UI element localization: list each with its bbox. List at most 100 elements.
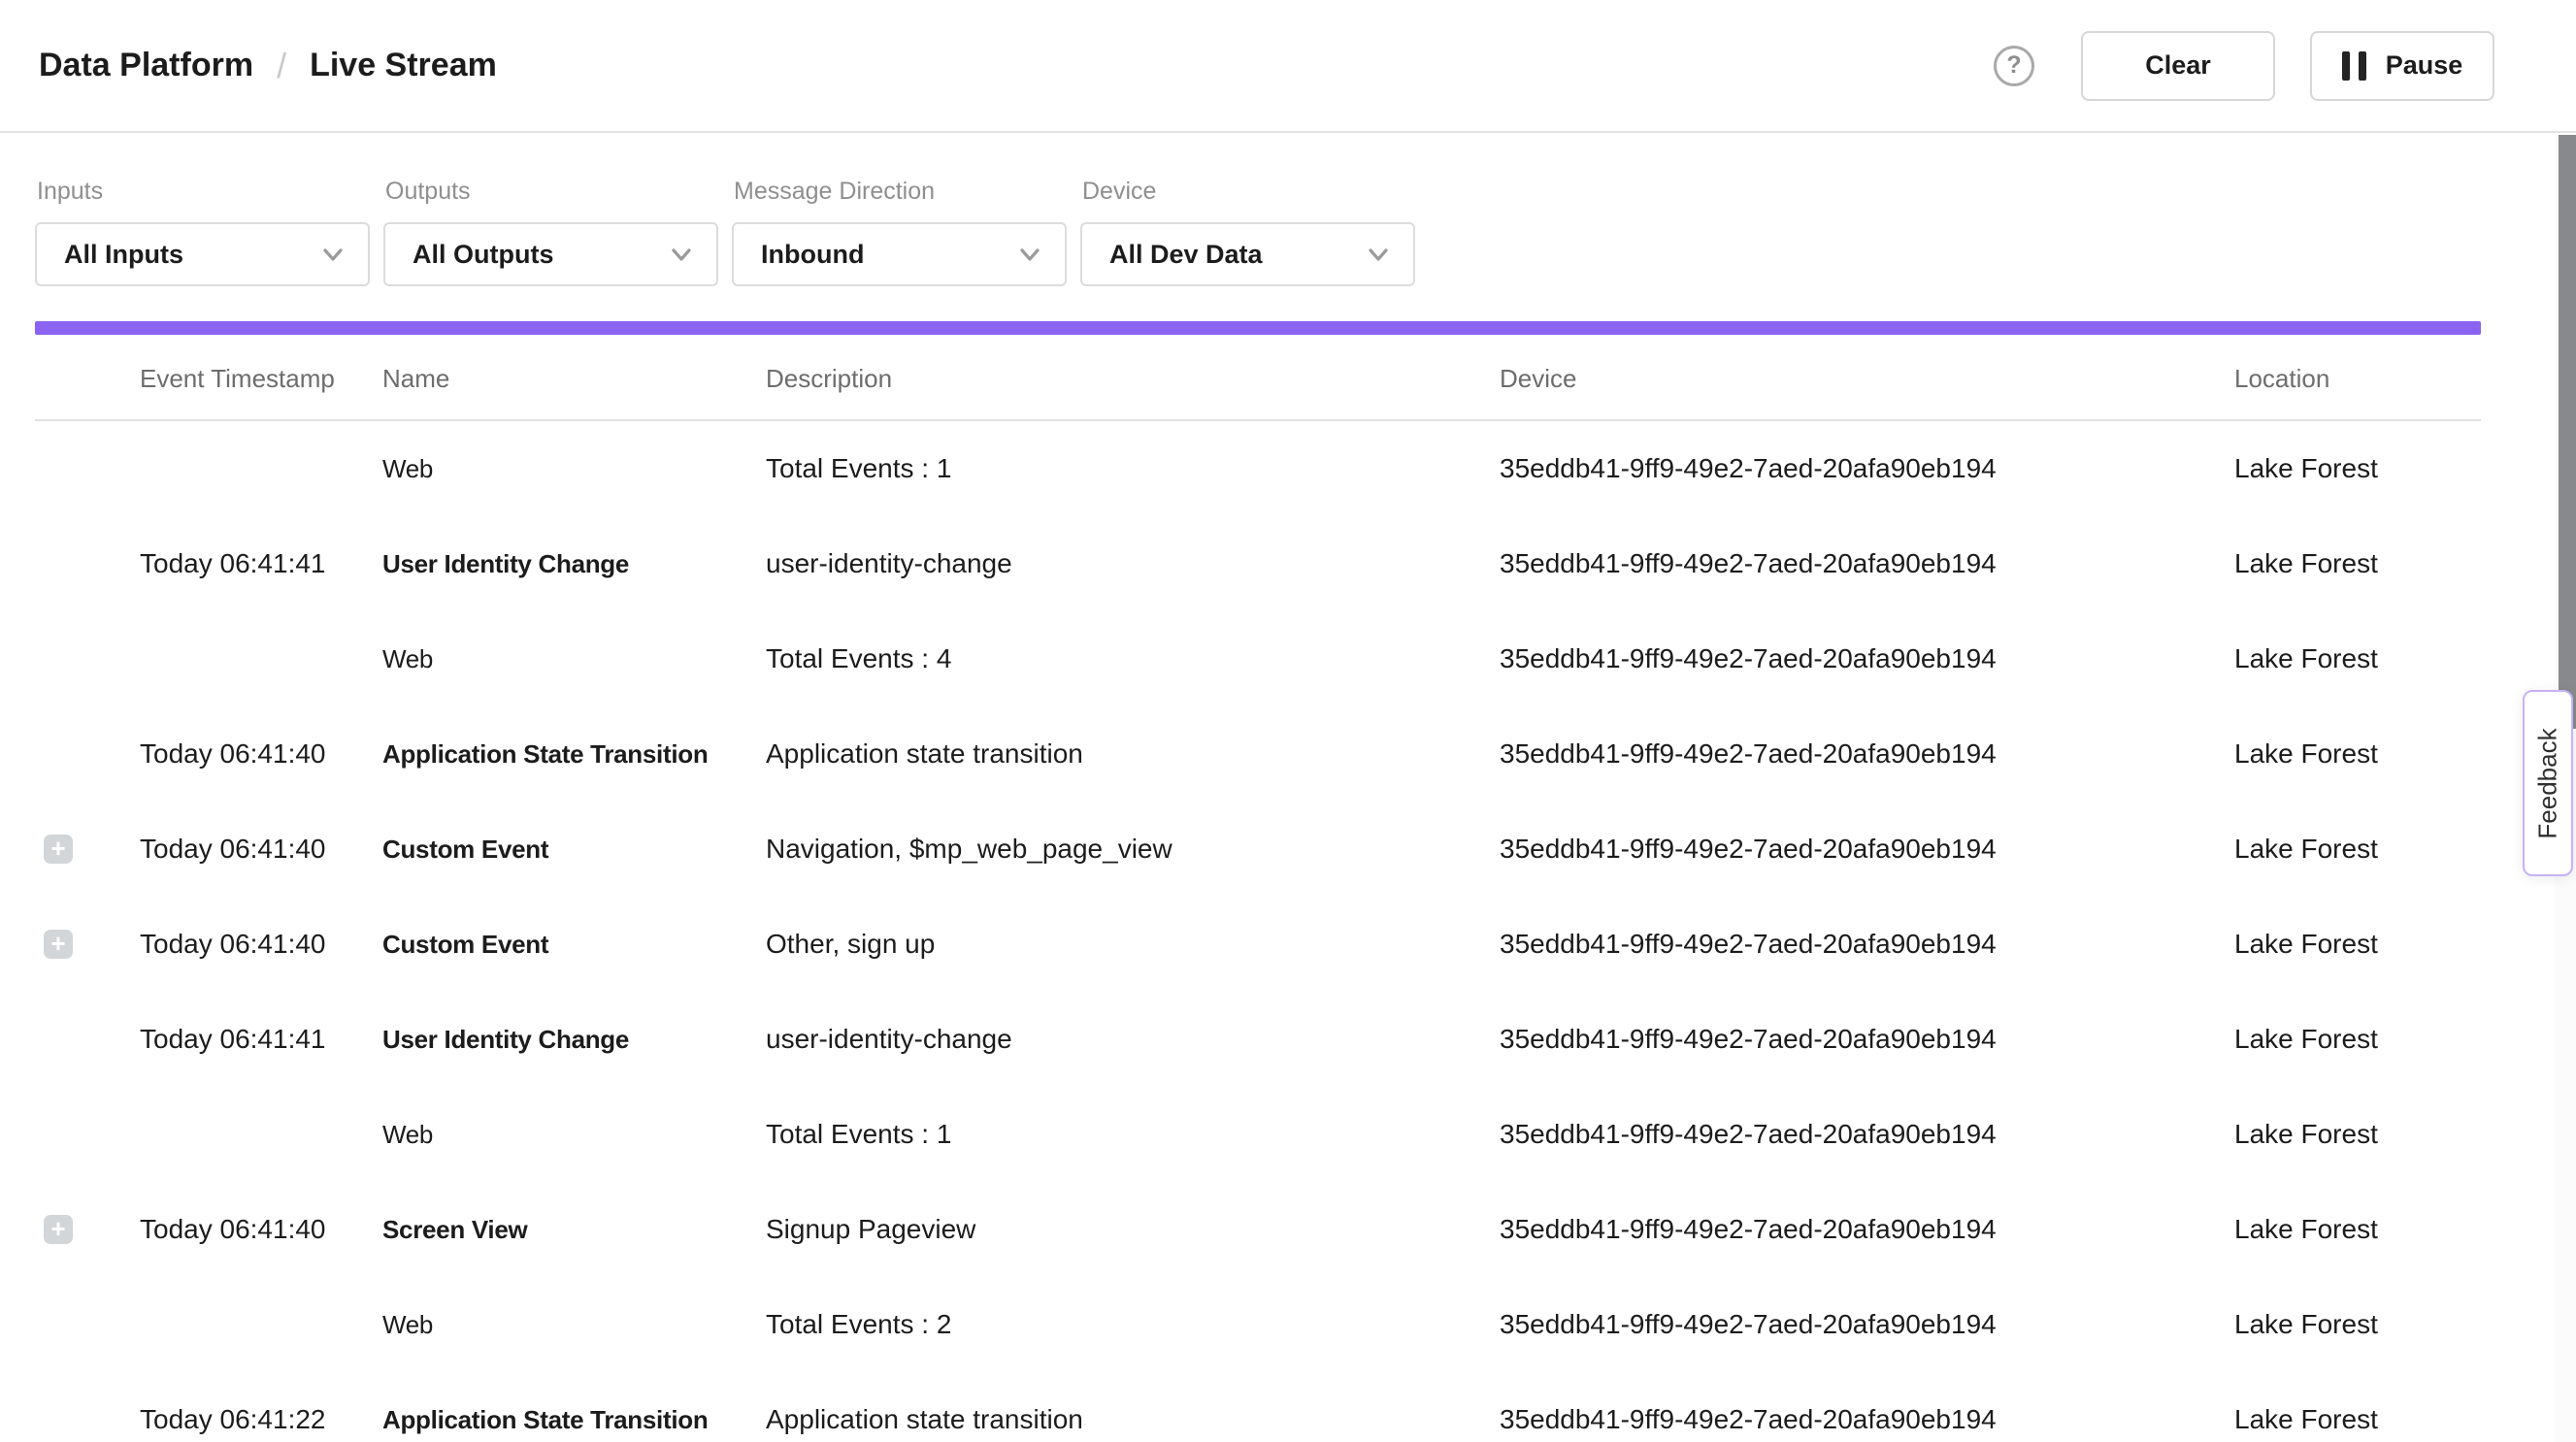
table-row: + Web Total Events : 4 35eddb41-9ff9-49e…	[35, 611, 2481, 706]
column-header-location: Location	[2234, 364, 2481, 394]
expand-cell: +	[35, 454, 140, 483]
breadcrumb: Data Platform / Live Stream	[39, 46, 497, 86]
table-row: + Today 06:41:22 Application State Trans…	[35, 1372, 2481, 1442]
event-device: 35eddb41-9ff9-49e2-7aed-20afa90eb194	[1500, 1024, 2234, 1055]
chevron-down-icon	[1018, 243, 1041, 266]
live-stream-progress-bar	[35, 321, 2481, 335]
event-device: 35eddb41-9ff9-49e2-7aed-20afa90eb194	[1500, 1119, 2234, 1150]
event-location: Lake Forest	[2234, 1214, 2481, 1245]
event-name: Application State Transition	[382, 739, 766, 770]
expand-cell: +	[35, 1405, 140, 1434]
event-device: 35eddb41-9ff9-49e2-7aed-20afa90eb194	[1500, 1214, 2234, 1245]
pause-icon	[2342, 51, 2366, 81]
scrollbar-thumb[interactable]	[2559, 135, 2576, 729]
event-device: 35eddb41-9ff9-49e2-7aed-20afa90eb194	[1500, 1404, 2234, 1435]
inputs-select[interactable]: All Inputs	[35, 222, 370, 286]
table-row: + Today 06:41:40 Application State Trans…	[35, 706, 2481, 802]
feedback-tab[interactable]: Feedback	[2523, 690, 2573, 876]
event-name: Custom Event	[382, 835, 766, 865]
message-direction-filter-label: Message Direction	[734, 178, 1067, 206]
event-description: Application state transition	[766, 738, 1500, 770]
outputs-select[interactable]: All Outputs	[383, 222, 718, 286]
table-body: + Web Total Events : 1 35eddb41-9ff9-49e…	[35, 421, 2481, 1442]
chevron-down-icon	[321, 243, 345, 266]
event-description: user-identity-change	[766, 1024, 1500, 1055]
filter-message-direction: Message Direction Inbound	[732, 178, 1067, 286]
event-description: Navigation, $mp_web_page_view	[766, 834, 1500, 865]
event-location: Lake Forest	[2234, 1404, 2481, 1435]
table-row: + Today 06:41:40 Custom Event Other, sig…	[35, 897, 2481, 992]
expand-cell: +	[35, 835, 140, 864]
expand-row-button[interactable]: +	[44, 930, 73, 959]
column-header-event-timestamp: Event Timestamp	[140, 364, 382, 394]
breadcrumb-separator: /	[277, 46, 286, 86]
feedback-tab-label: Feedback	[2533, 728, 2563, 838]
event-name: Screen View	[382, 1215, 766, 1245]
help-icon[interactable]: ?	[1994, 46, 2034, 86]
device-filter-label: Device	[1082, 178, 1415, 206]
expand-row-button[interactable]: +	[44, 835, 73, 864]
event-timestamp: Today 06:41:41	[140, 548, 382, 579]
event-location: Lake Forest	[2234, 1309, 2481, 1340]
column-header-name: Name	[382, 364, 766, 394]
message-direction-select-value: Inbound	[761, 240, 864, 270]
filter-outputs: Outputs All Outputs	[383, 178, 718, 286]
outputs-filter-label: Outputs	[385, 178, 718, 206]
event-location: Lake Forest	[2234, 453, 2481, 484]
event-location: Lake Forest	[2234, 1119, 2481, 1150]
event-timestamp: Today 06:41:40	[140, 738, 382, 770]
event-name: User Identity Change	[382, 1025, 766, 1055]
outputs-select-value: All Outputs	[413, 240, 553, 270]
expand-cell: +	[35, 549, 140, 578]
column-header-spacer	[35, 364, 140, 394]
filter-device: Device All Dev Data	[1080, 178, 1415, 286]
expand-cell: +	[35, 1310, 140, 1339]
event-name: Application State Transition	[382, 1405, 766, 1435]
device-select[interactable]: All Dev Data	[1080, 222, 1415, 286]
expand-row-button[interactable]: +	[44, 1215, 73, 1244]
clear-button[interactable]: Clear	[2081, 31, 2275, 101]
event-device: 35eddb41-9ff9-49e2-7aed-20afa90eb194	[1500, 929, 2234, 960]
breadcrumb-live-stream: Live Stream	[310, 47, 497, 84]
events-table: Event Timestamp Name Description Device …	[35, 364, 2481, 1442]
event-description: Application state transition	[766, 1404, 1500, 1435]
chevron-down-icon	[670, 243, 693, 266]
expand-cell: +	[35, 1025, 140, 1054]
message-direction-select[interactable]: Inbound	[732, 222, 1067, 286]
device-select-value: All Dev Data	[1109, 240, 1263, 270]
event-location: Lake Forest	[2234, 643, 2481, 674]
event-timestamp: Today 06:41:40	[140, 1214, 382, 1245]
chevron-down-icon	[1367, 243, 1390, 266]
filter-inputs: Inputs All Inputs	[35, 178, 370, 286]
plus-icon: +	[50, 836, 65, 861]
page-header: Data Platform / Live Stream ? Clear Paus…	[0, 0, 2576, 133]
event-location: Lake Forest	[2234, 738, 2481, 770]
pause-button[interactable]: Pause	[2310, 31, 2494, 101]
event-timestamp: Today 06:41:40	[140, 929, 382, 960]
table-row: + Today 06:41:40 Custom Event Navigation…	[35, 802, 2481, 897]
table-row: + Web Total Events : 2 35eddb41-9ff9-49e…	[35, 1277, 2481, 1372]
event-description: Total Events : 2	[766, 1309, 1500, 1340]
event-description: Total Events : 1	[766, 1119, 1500, 1150]
event-name: Web	[382, 1120, 766, 1150]
event-name: Web	[382, 454, 766, 484]
inputs-select-value: All Inputs	[64, 240, 183, 270]
event-location: Lake Forest	[2234, 929, 2481, 960]
table-row: + Web Total Events : 1 35eddb41-9ff9-49e…	[35, 421, 2481, 516]
event-device: 35eddb41-9ff9-49e2-7aed-20afa90eb194	[1500, 738, 2234, 770]
plus-icon: +	[50, 931, 65, 956]
filter-bar: Inputs All Inputs Outputs All Outputs Me…	[0, 133, 2576, 286]
expand-cell: +	[35, 644, 140, 673]
expand-cell: +	[35, 930, 140, 959]
event-device: 35eddb41-9ff9-49e2-7aed-20afa90eb194	[1500, 834, 2234, 865]
event-name: User Identity Change	[382, 549, 766, 579]
event-description: Total Events : 1	[766, 453, 1500, 484]
breadcrumb-data-platform[interactable]: Data Platform	[39, 47, 253, 84]
table-row: + Web Total Events : 1 35eddb41-9ff9-49e…	[35, 1087, 2481, 1182]
event-name: Web	[382, 1310, 766, 1340]
inputs-filter-label: Inputs	[37, 178, 370, 206]
header-actions: ? Clear Pause	[1994, 31, 2494, 101]
column-header-description: Description	[766, 364, 1500, 394]
table-row: + Today 06:41:41 User Identity Change us…	[35, 516, 2481, 611]
table-row: + Today 06:41:40 Screen View Signup Page…	[35, 1182, 2481, 1277]
